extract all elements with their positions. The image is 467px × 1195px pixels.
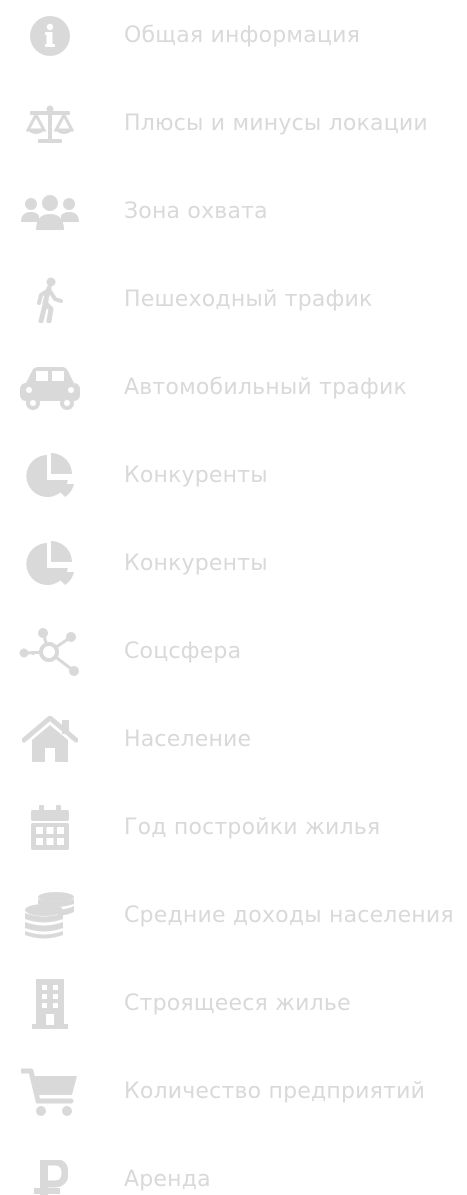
nav-item-label: Конкуренты [124,463,268,488]
nav-item-label: Плюсы и минусы локации [124,111,428,136]
nav-item-population[interactable]: Население [0,710,467,770]
nav-item-label: Пешеходный трафик [124,287,373,312]
nav-item-label: Население [124,727,252,752]
nav-item-label: Количество предприятий [124,1079,426,1104]
home-icon [18,710,82,770]
nav-item-coverage-zone[interactable]: Зона охвата [0,182,467,242]
calendar-icon [18,798,82,858]
users-icon [18,182,82,242]
nav-item-rent[interactable]: Аренда [0,1150,467,1195]
nav-item-competitors[interactable]: Конкуренты [0,446,467,506]
nav-item-housing-under-construction[interactable]: Строящееся жилье [0,974,467,1034]
ruble-icon [18,1150,82,1195]
nav-item-label: Соцсфера [124,639,242,664]
nav-item-label: Год постройки жилья [124,815,381,840]
pie-chart-icon [18,446,82,506]
nav-item-label: Общая информация [124,23,361,48]
nav-item-social-sphere[interactable]: Соцсфера [0,622,467,682]
coins-icon [18,886,82,946]
walking-icon [18,270,82,330]
building-icon [18,974,82,1034]
nav-item-label: Конкуренты [124,551,268,576]
nav-item-general-info[interactable]: Общая информация [0,6,467,66]
info-icon [18,6,82,66]
sidebar-nav: Общая информация Плюсы и минусы локации [0,0,467,1195]
scales-icon [18,94,82,154]
nav-item-location-pros-cons[interactable]: Плюсы и минусы локации [0,94,467,154]
pie-chart-icon [18,534,82,594]
nav-item-enterprises-count[interactable]: Количество предприятий [0,1062,467,1122]
nav-item-label: Строящееся жилье [124,991,351,1016]
nav-item-competitors-2[interactable]: Конкуренты [0,534,467,594]
nav-item-construction-year[interactable]: Год постройки жилья [0,798,467,858]
network-icon [18,622,82,682]
nav-item-average-income[interactable]: Средние доходы населения [0,886,467,946]
nav-item-label: Зона охвата [124,199,268,224]
nav-item-label: Автомобильный трафик [124,375,407,400]
nav-item-label: Аренда [124,1167,211,1192]
nav-item-label: Средние доходы населения [124,903,454,928]
car-icon [18,358,82,418]
cart-icon [18,1062,82,1122]
nav-item-pedestrian-traffic[interactable]: Пешеходный трафик [0,270,467,330]
nav-item-car-traffic[interactable]: Автомобильный трафик [0,358,467,418]
